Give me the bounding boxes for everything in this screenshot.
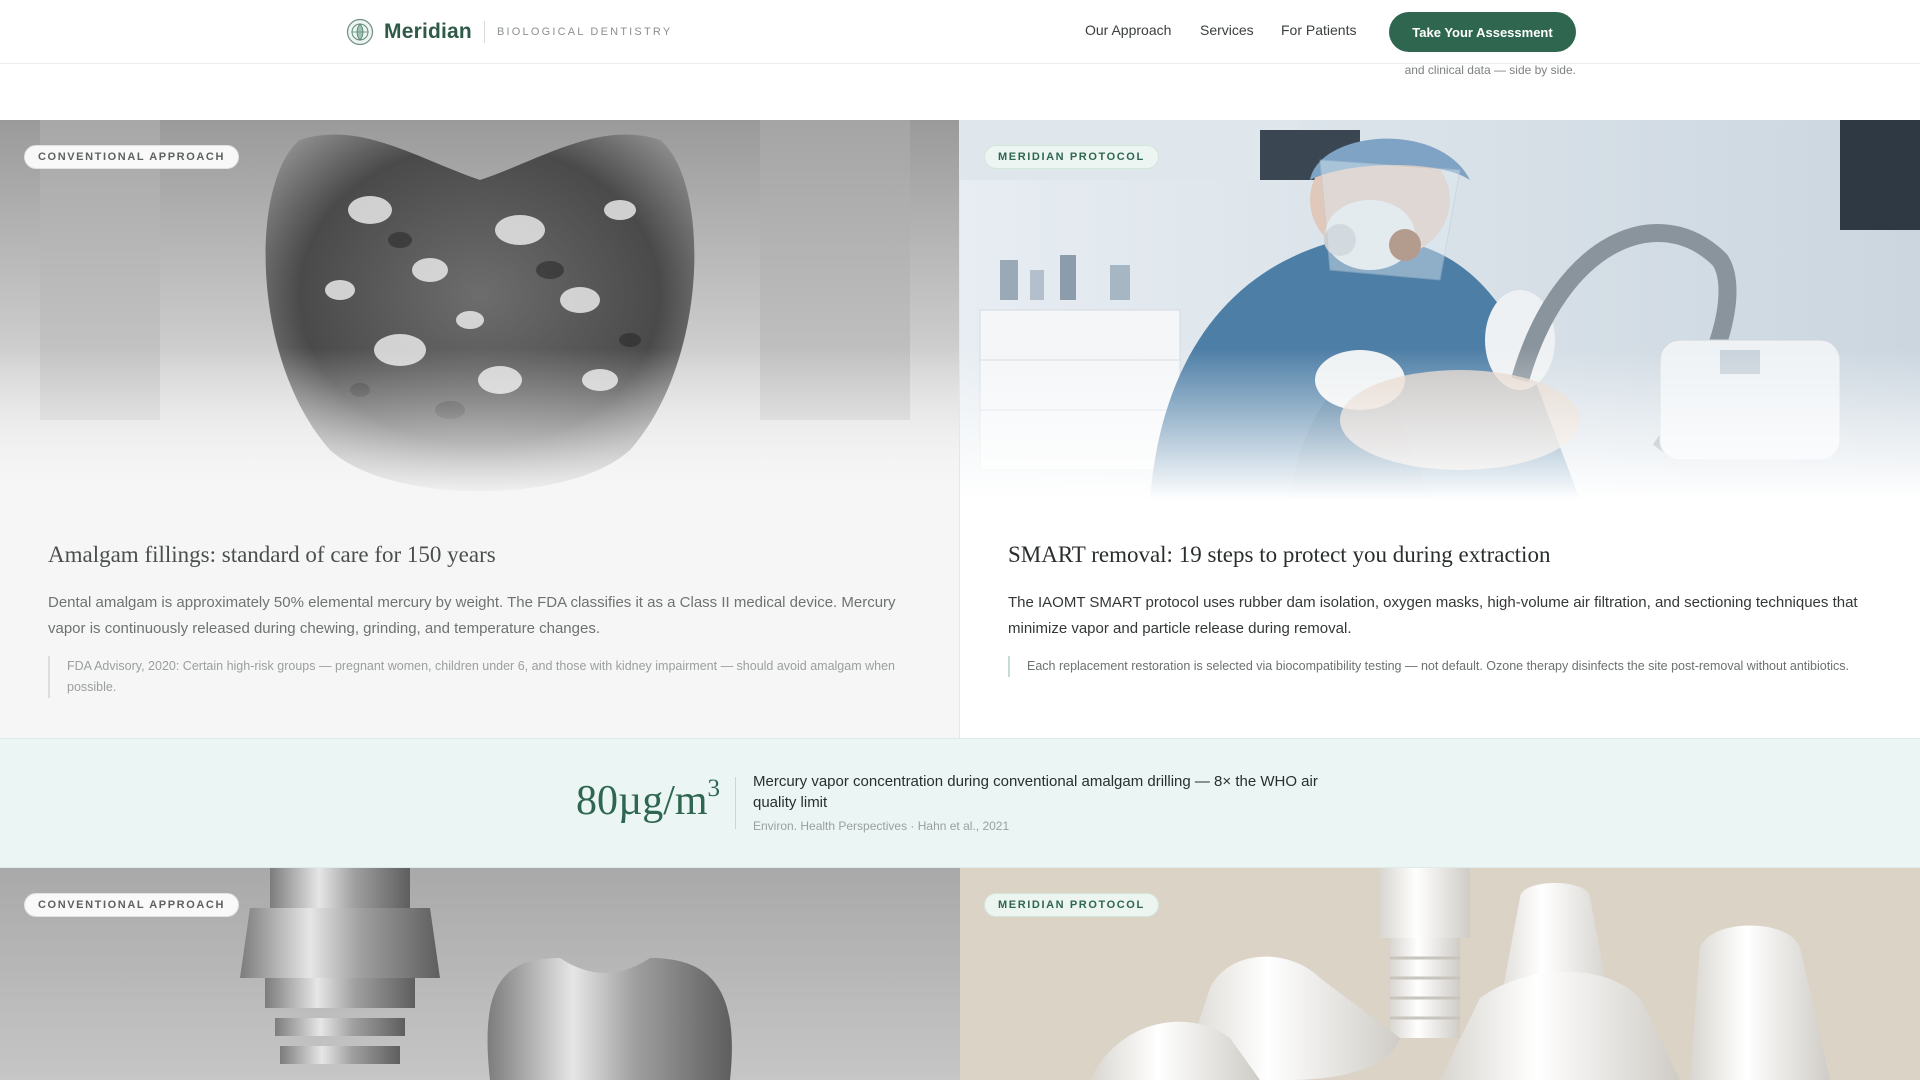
- brand[interactable]: Meridian BIOLOGICAL DENTISTRY: [346, 17, 672, 47]
- brand-divider: [483, 21, 485, 43]
- conventional-approach-card: CONVENTIONAL APPROACH Amalgam fillings: …: [0, 120, 960, 738]
- amalgam-description: Dental amalgam is approximately 50% elem…: [48, 594, 896, 637]
- brand-name: Meridian: [384, 20, 472, 43]
- stat-value: 80µg/m3: [576, 775, 721, 825]
- biocompatibility-note: Each replacement restoration is selected…: [1008, 656, 1868, 677]
- nav-our-approach[interactable]: Our Approach: [1085, 22, 1171, 38]
- smart-removal-title: SMART removal: 19 steps to protect you d…: [1008, 542, 1551, 567]
- mercury-stat-band: 80µg/m3 Mercury vapor concentration duri…: [0, 738, 1920, 868]
- conventional-approach-badge: CONVENTIONAL APPROACH: [24, 145, 239, 169]
- conventional-implant-card: CONVENTIONAL APPROACH: [0, 868, 960, 1080]
- nav-for-patients[interactable]: For Patients: [1281, 22, 1356, 38]
- stat-value-exponent: 3: [707, 775, 721, 802]
- smart-removal-description: The IAOMT SMART protocol uses rubber dam…: [1008, 594, 1858, 637]
- site-header: Meridian BIOLOGICAL DENTISTRY Our Approa…: [0, 0, 1920, 64]
- amalgam-filling-image: [0, 120, 959, 500]
- stat-value-number: 80µg/m: [576, 778, 708, 824]
- meridian-protocol-badge-2: MERIDIAN PROTOCOL: [984, 893, 1159, 917]
- stat-source: Environ. Health Perspectives · Hahn et a…: [753, 819, 1010, 833]
- nav-services[interactable]: Services: [1200, 22, 1254, 38]
- meridian-protocol-badge: MERIDIAN PROTOCOL: [984, 145, 1159, 169]
- brand-tagline: BIOLOGICAL DENTISTRY: [496, 26, 673, 38]
- smart-removal-image: [960, 120, 1920, 500]
- meridian-protocol-card: MERIDIAN PROTOCOL SMART removal: 19 step…: [960, 120, 1920, 738]
- amalgam-title: Amalgam fillings: standard of care for 1…: [48, 542, 496, 567]
- meridian-ceramic-card: MERIDIAN PROTOCOL: [960, 868, 1920, 1080]
- conventional-approach-badge-2: CONVENTIONAL APPROACH: [24, 893, 239, 917]
- meridian-logo-icon: [346, 18, 374, 46]
- fda-advisory-note: FDA Advisory, 2020: Certain high-risk gr…: [48, 656, 898, 698]
- take-assessment-button[interactable]: Take Your Assessment: [1389, 12, 1576, 52]
- stat-divider: [735, 777, 736, 829]
- section-subheading-fragment: and clinical data — side by side.: [1404, 63, 1576, 77]
- stat-description: Mercury vapor concentration during conve…: [753, 773, 1318, 811]
